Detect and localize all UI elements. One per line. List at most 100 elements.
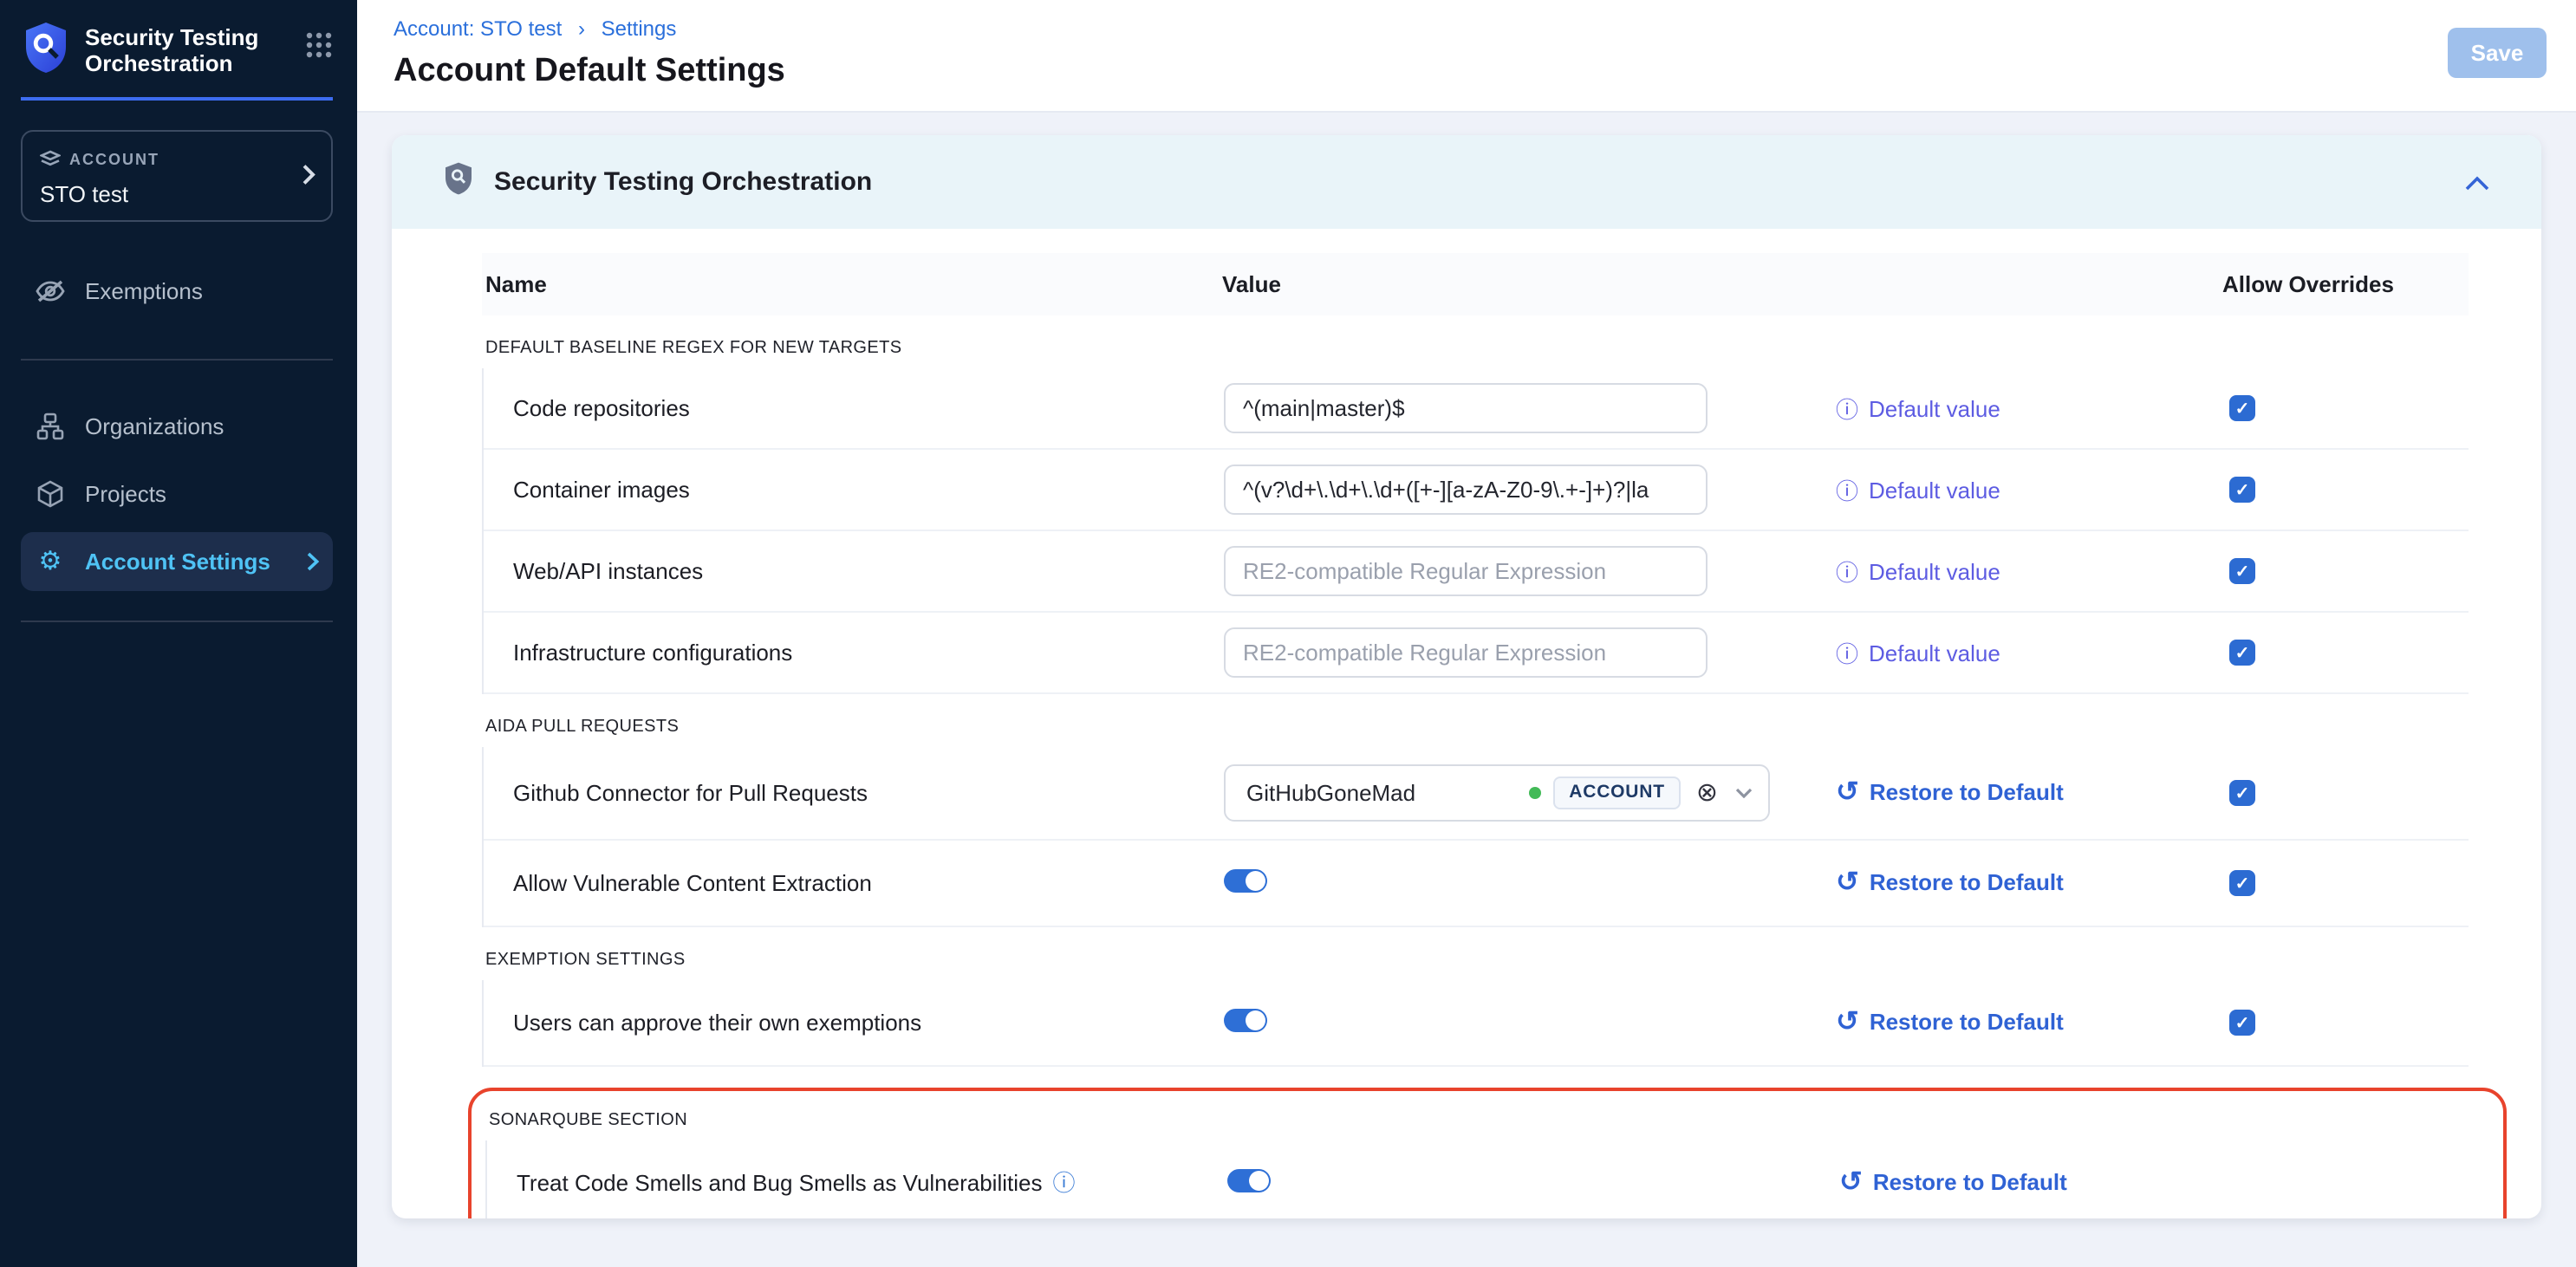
setting-name: Code repositories [513, 395, 690, 422]
section-header[interactable]: Security Testing Orchestration [392, 135, 2541, 229]
setting-name: Users can approve their own exemptions [513, 1010, 921, 1036]
column-header-value: Value [1222, 271, 1834, 298]
breadcrumb-settings-link[interactable]: Settings [602, 17, 677, 41]
toggle-code-smells[interactable] [1227, 1169, 1271, 1192]
default-value-link[interactable]: ⓘDefault value [1836, 640, 2000, 667]
setting-name: Web/API instances [513, 558, 703, 585]
save-button[interactable]: Save [2448, 28, 2547, 78]
check-icon: ✓ [2235, 873, 2250, 894]
table-row: Infrastructure configurations ⓘDefault v… [484, 613, 2469, 694]
setting-name: Github Connector for Pull Requests [513, 780, 868, 807]
sidebar-item-organizations[interactable]: Organizations [21, 397, 333, 456]
allow-override-checkbox[interactable]: ✓ [2229, 870, 2255, 896]
restore-default-link[interactable]: ↺Restore to Default [1839, 1169, 2067, 1197]
table-row: Allow Vulnerable Content Extraction ↺Res… [484, 841, 2469, 927]
restore-icon: ↺ [1836, 867, 1859, 895]
app-grid-menu-icon[interactable] [305, 31, 333, 66]
allow-override-checkbox[interactable]: ✓ [2229, 395, 2255, 421]
layers-icon [40, 144, 61, 176]
main-area: Account: STO test › Settings Account Def… [357, 0, 2576, 1267]
annotation-highlight-box: SONARQUBE SECTION Treat Code Smells and … [468, 1088, 2507, 1218]
sidebar-divider [21, 621, 333, 622]
table-row: Treat Code Smells and Bug Smells as Vuln… [487, 1140, 2469, 1218]
table-row: Code repositories ⓘDefault value ✓ [484, 368, 2469, 450]
settings-group: Code repositories ⓘDefault value ✓ Conta… [482, 368, 2469, 694]
table-row: Web/API instances ⓘDefault value ✓ [484, 531, 2469, 613]
sidebar-item-projects[interactable]: Projects [21, 465, 333, 523]
toggle-approve-own-exemptions[interactable] [1224, 1009, 1267, 1032]
chevron-right-icon [302, 160, 315, 192]
page-title: Account Default Settings [394, 52, 2576, 89]
section-title: Security Testing Orchestration [494, 167, 872, 197]
chevron-up-icon[interactable] [2465, 166, 2489, 198]
settings-table: Name Value Allow Overrides DEFAULT BASEL… [482, 253, 2469, 1218]
chevron-right-icon [307, 546, 319, 578]
connector-select[interactable]: GitHubGoneMad ACCOUNT ⊗ [1224, 764, 1770, 822]
page-header: Account: STO test › Settings Account Def… [357, 0, 2576, 113]
sidebar-item-label: Organizations [85, 413, 224, 440]
check-icon: ✓ [2235, 1012, 2250, 1034]
sidebar-item-label: Projects [85, 481, 166, 508]
restore-default-link[interactable]: ↺Restore to Default [1836, 869, 2064, 897]
account-scope-selector[interactable]: ACCOUNT STO test [21, 130, 333, 222]
settings-card: Security Testing Orchestration Name Valu… [392, 135, 2541, 1218]
setting-name: Treat Code Smells and Bug Smells as Vuln… [517, 1170, 1042, 1197]
column-header-overrides: Allow Overrides [2222, 271, 2469, 298]
allow-override-checkbox[interactable]: ✓ [2229, 1010, 2255, 1036]
sidebar-item-account-settings[interactable]: ⚙ Account Settings [21, 532, 333, 591]
regex-input-infrastructure[interactable] [1224, 627, 1708, 678]
settings-group: Users can approve their own exemptions ↺… [482, 980, 2469, 1067]
default-value-link[interactable]: ⓘDefault value [1836, 396, 2000, 423]
check-icon: ✓ [2235, 561, 2250, 582]
org-chart-icon [31, 413, 69, 440]
setting-name: Infrastructure configurations [513, 640, 792, 666]
eye-off-icon [31, 279, 69, 303]
setting-name: Container images [513, 477, 690, 504]
connector-name: GitHubGoneMad [1246, 780, 1415, 807]
table-header: Name Value Allow Overrides [482, 253, 2469, 315]
default-value-link[interactable]: ⓘDefault value [1836, 478, 2000, 504]
regex-input-container-images[interactable] [1224, 465, 1708, 515]
allow-override-checkbox[interactable]: ✓ [2229, 477, 2255, 503]
group-label: DEFAULT BASELINE REGEX FOR NEW TARGETS [485, 338, 2469, 358]
chevron-down-icon[interactable] [1735, 788, 1753, 798]
toggle-vulnerable-content[interactable] [1224, 869, 1267, 893]
app-logo-shield-icon [23, 21, 69, 81]
restore-default-link[interactable]: ↺Restore to Default [1836, 779, 2064, 807]
check-icon: ✓ [2235, 642, 2250, 664]
regex-input-web-api[interactable] [1224, 546, 1708, 596]
regex-input-code-repositories[interactable] [1224, 383, 1708, 433]
account-label: ACCOUNT [69, 151, 159, 169]
sidebar-item-label: Account Settings [85, 549, 270, 575]
default-value-link[interactable]: ⓘDefault value [1836, 559, 2000, 586]
group-label: EXEMPTION SETTINGS [485, 950, 2469, 970]
check-icon: ✓ [2235, 398, 2250, 419]
settings-group: Treat Code Smells and Bug Smells as Vuln… [485, 1140, 2469, 1218]
restore-default-link[interactable]: ↺Restore to Default [1836, 1009, 2064, 1036]
group-label: AIDA PULL REQUESTS [485, 717, 2469, 737]
sidebar-item-exemptions[interactable]: Exemptions [21, 262, 333, 321]
setting-name: Allow Vulnerable Content Extraction [513, 870, 872, 897]
table-row: Container images ⓘDefault value ✓ [484, 450, 2469, 531]
info-icon[interactable]: ⓘ [1052, 1172, 1075, 1194]
group-label: SONARQUBE SECTION [489, 1110, 2469, 1130]
settings-group: Github Connector for Pull Requests GitHu… [482, 747, 2469, 927]
breadcrumb-separator-icon: › [578, 17, 585, 41]
restore-icon: ↺ [1839, 1167, 1863, 1195]
info-icon: ⓘ [1836, 643, 1858, 666]
gear-icon: ⚙ [31, 549, 69, 575]
cube-icon [31, 479, 69, 509]
scope-badge: ACCOUNT [1553, 776, 1681, 809]
restore-icon: ↺ [1836, 1007, 1859, 1035]
clear-icon[interactable]: ⊗ [1696, 780, 1718, 806]
check-icon: ✓ [2235, 783, 2250, 804]
allow-override-checkbox[interactable]: ✓ [2229, 640, 2255, 666]
breadcrumb-account-link[interactable]: Account: STO test [394, 17, 562, 41]
sidebar-divider [21, 359, 333, 361]
allow-override-checkbox[interactable]: ✓ [2229, 558, 2255, 584]
app-title: Security Testing Orchestration [85, 21, 258, 76]
allow-override-checkbox[interactable]: ✓ [2229, 780, 2255, 806]
info-icon: ⓘ [1836, 399, 1858, 421]
breadcrumb: Account: STO test › Settings [394, 17, 2576, 42]
account-name: STO test [40, 181, 289, 208]
